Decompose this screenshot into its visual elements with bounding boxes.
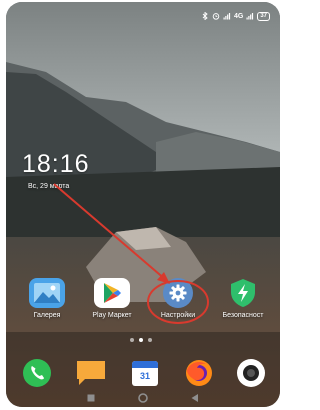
network-type: 4G	[233, 12, 244, 20]
clock-date: Вс, 29 марта	[28, 183, 70, 190]
play-market-label: Play Маркет	[92, 312, 132, 319]
clock-time[interactable]: 18:16	[22, 150, 90, 179]
message-icon	[77, 361, 105, 385]
camera-app[interactable]	[234, 358, 268, 388]
battery-indicator: 37	[257, 11, 270, 21]
play-store-icon	[94, 278, 130, 308]
gallery-icon	[29, 278, 65, 308]
security-label: Безопасност	[222, 312, 264, 319]
gallery-label: Галерея	[33, 312, 61, 319]
settings-app[interactable]: Настройки	[153, 278, 203, 319]
page-dot	[148, 338, 152, 342]
gallery-app[interactable]: Галерея	[22, 278, 72, 319]
page-dot	[130, 338, 134, 342]
wallpaper	[6, 2, 280, 407]
back-icon[interactable]	[190, 393, 200, 403]
camera-icon	[237, 359, 265, 387]
calendar-day: 31	[139, 371, 150, 381]
page-dot-active	[139, 338, 143, 342]
firefox-app[interactable]	[182, 358, 216, 388]
navigation-bar	[6, 390, 280, 407]
security-app[interactable]: Безопасност	[218, 278, 268, 319]
messages-app[interactable]	[74, 358, 108, 388]
phone-screen: 4G 37 18:16 Вс, 29 марта Галерея Play Ма…	[6, 2, 280, 407]
page-indicator	[130, 338, 152, 342]
signal-icon	[223, 13, 231, 20]
signal-icon-2	[246, 13, 254, 20]
calendar-app[interactable]: 31	[128, 358, 162, 388]
home-icon[interactable]	[138, 393, 148, 403]
settings-label: Настройки	[160, 312, 196, 319]
play-market-app[interactable]: Play Маркет	[87, 278, 137, 319]
phone-icon	[23, 359, 51, 387]
gear-icon	[163, 278, 193, 308]
firefox-icon	[186, 360, 212, 386]
security-bolt-icon	[225, 278, 261, 308]
alarm-icon	[212, 13, 220, 20]
phone-app[interactable]	[20, 358, 54, 388]
recent-apps-icon[interactable]	[86, 393, 96, 403]
bluetooth-icon	[202, 12, 208, 20]
status-bar: 4G 37	[201, 10, 270, 22]
